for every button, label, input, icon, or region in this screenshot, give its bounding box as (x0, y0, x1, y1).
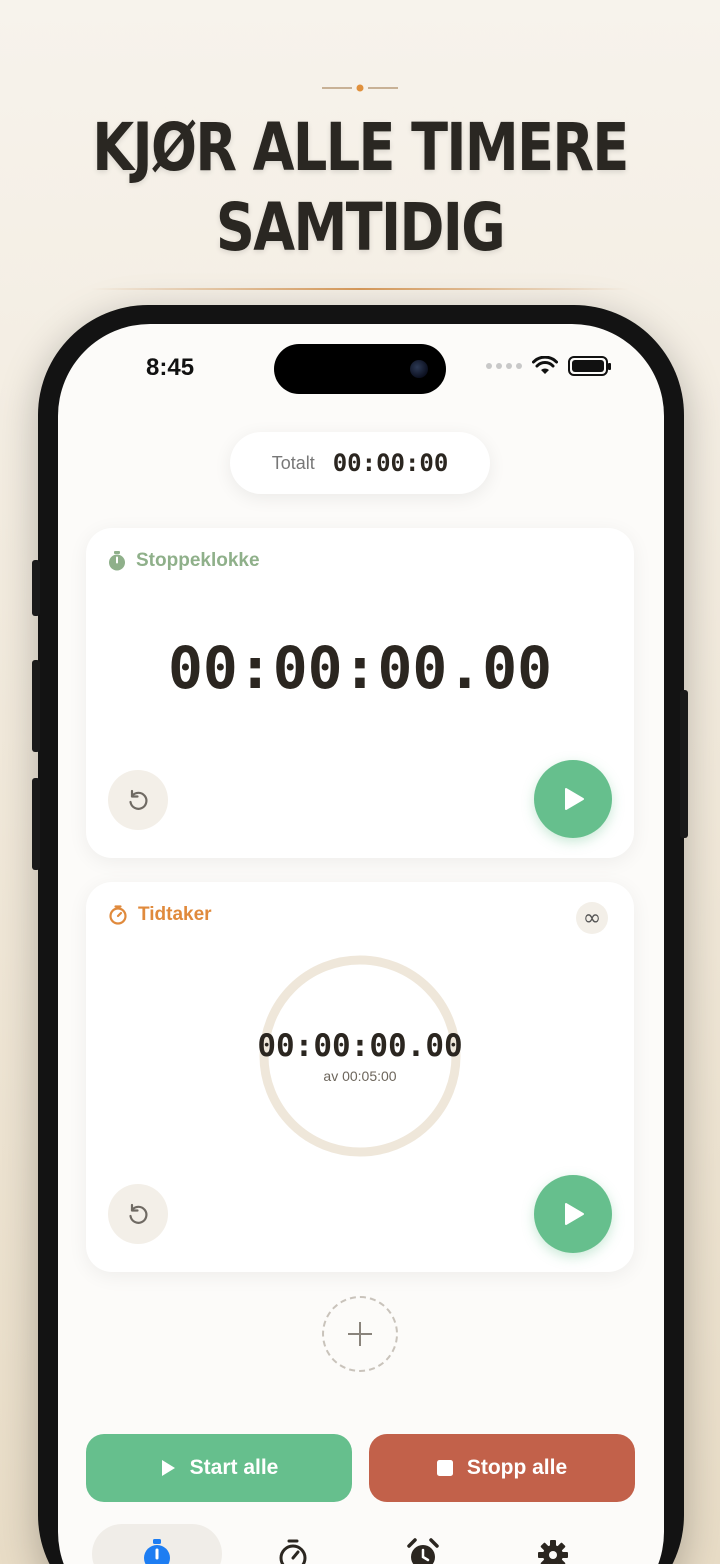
tab-alarm[interactable] (358, 1524, 488, 1564)
headline: KJØR ALLE TIMERE SAMTIDIG (65, 108, 655, 268)
dynamic-island (274, 344, 446, 394)
stopwatch-reset-button[interactable] (108, 770, 168, 830)
stop-all-button[interactable]: Stopp alle (369, 1434, 635, 1502)
volume-up-button (32, 660, 40, 752)
add-timer-button[interactable] (322, 1296, 398, 1372)
stopwatch-icon (144, 1539, 170, 1564)
volume-down-button (32, 778, 40, 870)
stopwatch-title: Stoppeklokke (136, 550, 260, 571)
loop-button[interactable]: ∞ (576, 902, 608, 934)
stop-all-label: Stopp alle (466, 1456, 568, 1479)
stopwatch-play-button[interactable] (534, 760, 612, 838)
wifi-icon (532, 356, 558, 374)
timer-icon (109, 905, 127, 925)
tab-settings[interactable] (488, 1524, 618, 1564)
status-time: 8:45 (146, 354, 195, 381)
play-icon (161, 1460, 175, 1476)
infinity-icon: ∞ (582, 905, 602, 931)
timer-play-button[interactable] (534, 1175, 612, 1253)
status-icons (486, 356, 611, 376)
plus-icon (348, 1322, 372, 1346)
total-pill: Totalt 00:00:00 (230, 432, 490, 494)
signal-dots-icon (486, 363, 522, 369)
timer-reset-button[interactable] (108, 1184, 168, 1244)
ornament (322, 84, 398, 92)
stopwatch-icon (109, 551, 125, 571)
tab-timer[interactable] (228, 1524, 358, 1564)
tab-bar (86, 1524, 634, 1564)
stopwatch-title-row: Stoppeklokke (108, 550, 260, 572)
timer-card: Tidtaker ∞ 00:00:00.00 av 00:05:00 (86, 882, 634, 1272)
side-button (32, 560, 40, 616)
reset-icon (129, 1203, 148, 1224)
battery-icon (568, 356, 611, 376)
stopwatch-time: 00:00:00.00 (167, 634, 553, 702)
play-icon (565, 788, 584, 810)
timer-icon (279, 1539, 307, 1564)
play-icon (565, 1203, 584, 1225)
total-label: Totalt (271, 452, 315, 473)
power-button (680, 690, 688, 838)
timer-time: 00:00:00.00 (257, 1028, 463, 1064)
start-all-button[interactable]: Start alle (86, 1434, 352, 1502)
gear-icon (538, 1540, 568, 1564)
reset-icon (129, 789, 148, 810)
stop-icon (436, 1460, 453, 1476)
divider (90, 288, 630, 290)
stopwatch-card: Stoppeklokke 00:00:00.00 (86, 528, 634, 858)
timer-duration: av 00:05:00 (323, 1068, 397, 1084)
start-all-label: Start alle (189, 1456, 279, 1479)
headline-line1: KJØR ALLE TIMERE (92, 109, 629, 186)
timer-title: Tidtaker (138, 904, 212, 925)
alarm-icon (407, 1538, 439, 1564)
timer-title-row: Tidtaker (108, 904, 212, 926)
tab-stopwatch[interactable] (92, 1524, 222, 1564)
headline-line2: SAMTIDIG (215, 189, 506, 266)
total-value: 00:00:00 (332, 449, 449, 477)
phone-screen: 8:45 Totalt 00:00:00 Stoppeklokke 00:00:… (58, 324, 664, 1564)
